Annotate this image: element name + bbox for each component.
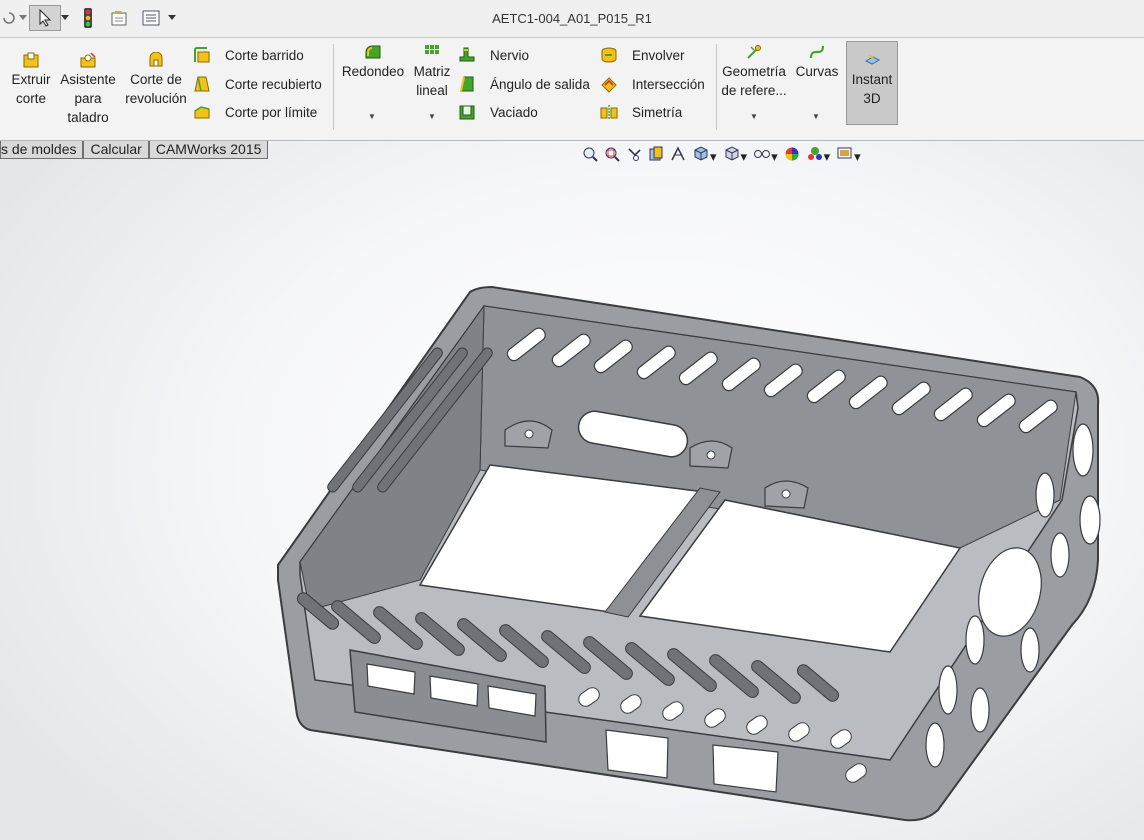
dynamic-annotation-icon[interactable] (670, 145, 686, 165)
hide-show-items-icon[interactable]: ▾ (753, 145, 778, 165)
hole-wizard-icon (80, 52, 96, 68)
intersect-icon (601, 77, 617, 93)
swept-cut-icon (194, 47, 210, 63)
extruir-corte-button[interactable]: Extruir corte (8, 52, 54, 108)
curvas-button[interactable]: Curvas (792, 44, 842, 81)
edit-appearance-icon[interactable] (784, 146, 800, 165)
boundary-cut-icon (194, 106, 210, 119)
geometria-referencia-button[interactable]: Geometría de refere... (720, 44, 788, 100)
interseccion-button[interactable]: Intersección (600, 75, 705, 93)
curvas-dropdown-icon[interactable]: ▼ (812, 112, 820, 121)
tab-moldes[interactable]: s de moldes (0, 141, 84, 159)
window-title: AETC1-004_A01_P015_R1 (492, 11, 652, 26)
draft-icon (460, 76, 474, 92)
corte-revolucion-button[interactable]: Corte de revolución (122, 52, 190, 108)
zoom-to-fit-icon[interactable] (582, 146, 598, 165)
vaciado-button[interactable]: Vaciado (458, 103, 538, 121)
angulo-salida-button[interactable]: Ángulo de salida (458, 75, 590, 93)
simetria-button[interactable]: Simetría (600, 103, 682, 121)
wrap-icon (601, 47, 617, 63)
reference-geometry-icon (747, 45, 761, 59)
corte-recubierto-button[interactable]: Corte recubierto (193, 75, 322, 93)
corte-limite-button[interactable]: Corte por límite (193, 103, 317, 121)
ribbon-separator (716, 44, 717, 130)
asistente-taladro-button[interactable]: Asistente para taladro (58, 52, 118, 127)
title-bar: AETC1-004_A01_P015_R1 (0, 0, 1144, 38)
lofted-cut-icon (194, 76, 210, 92)
geometria-dropdown-icon[interactable]: ▼ (750, 112, 758, 121)
graphics-viewport[interactable] (0, 141, 1144, 840)
fillet-icon (365, 45, 381, 59)
instant-3d-button[interactable]: Instant 3D (846, 41, 898, 125)
envolver-button[interactable]: Envolver (600, 46, 685, 64)
matriz-dropdown-icon[interactable]: ▼ (428, 112, 436, 121)
shell-icon (459, 105, 475, 120)
tab-calcular[interactable]: Calcular (83, 141, 149, 159)
previous-view-icon[interactable] (626, 146, 642, 165)
display-style-icon[interactable]: ▾ (723, 145, 747, 165)
view-orientation-icon[interactable]: ▾ (692, 145, 717, 165)
redondeo-button[interactable]: Redondeo (340, 44, 406, 81)
ribbon-separator (333, 44, 334, 130)
section-view-icon[interactable] (648, 146, 664, 165)
enclosure-3d-model[interactable] (0, 141, 1144, 840)
view-settings-icon[interactable]: ▾ (836, 145, 861, 165)
instant-3d-icon (864, 54, 881, 65)
curves-icon (809, 45, 825, 59)
command-manager-tabs: s de moldes Calcular CAMWorks 2015 (0, 141, 269, 159)
rib-icon (459, 47, 475, 62)
nervio-button[interactable]: Nervio (458, 46, 529, 64)
corte-barrido-button[interactable]: Corte barrido (193, 46, 304, 64)
tab-camworks[interactable]: CAMWorks 2015 (148, 141, 269, 159)
heads-up-view-toolbar: ▾ ▾ ▾ ▾ ▾ (582, 145, 867, 165)
zoom-to-area-icon[interactable] (604, 146, 620, 165)
extrude-cut-icon (23, 52, 39, 68)
mirror-icon (600, 105, 618, 120)
linear-pattern-icon (425, 45, 439, 54)
revolve-cut-icon (149, 52, 163, 67)
redondeo-dropdown-icon[interactable]: ▼ (368, 112, 376, 121)
apply-scene-icon[interactable]: ▾ (806, 145, 830, 165)
matriz-lineal-button[interactable]: Matriz lineal (410, 44, 454, 100)
